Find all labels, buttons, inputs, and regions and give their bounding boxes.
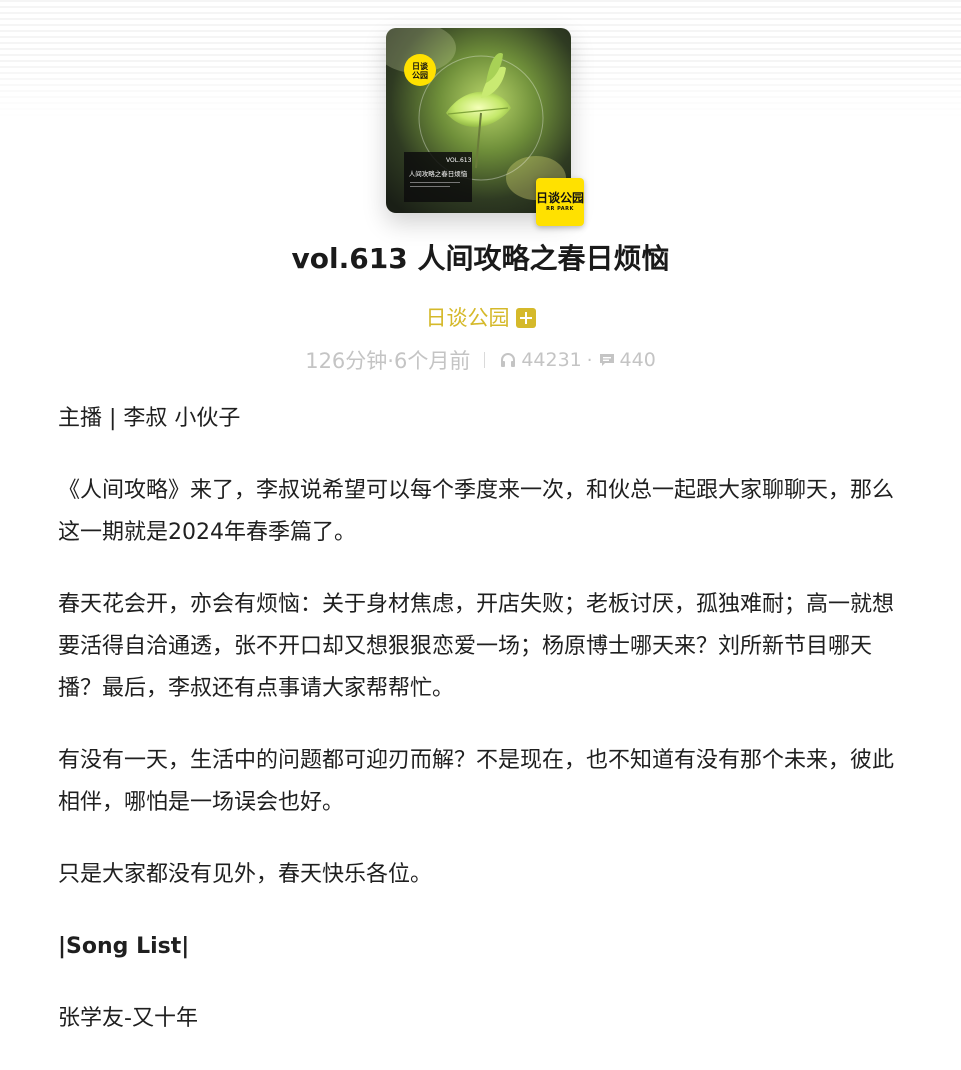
comment-count[interactable]: 440 xyxy=(620,349,656,371)
listen-count: 44231 xyxy=(521,349,582,371)
song-list-heading: |Song List| xyxy=(58,934,190,959)
episode-cover[interactable]: 日谈 公园 VOL.613 人间攻略之春日烦恼 日谈公园 RR PARK xyxy=(386,28,584,226)
svg-text:人间攻略之春日烦恼: 人间攻略之春日烦恼 xyxy=(409,169,468,178)
headphones-icon xyxy=(501,353,516,367)
svg-text:日谈: 日谈 xyxy=(412,61,429,71)
description-paragraph: 主播 | 李叔 小伙子 xyxy=(58,406,241,431)
logo-subtext: RR PARK xyxy=(546,206,574,212)
meta-dot: · xyxy=(586,349,593,371)
logo-text: 日谈公园 xyxy=(536,191,585,205)
description-paragraph: 只是大家都没有见外，春天快乐各位。 xyxy=(58,862,433,887)
podcast-logo-badge: 日谈公园 RR PARK xyxy=(536,178,584,226)
meta-divider xyxy=(484,352,486,368)
svg-text:公园: 公园 xyxy=(412,71,428,80)
duration-and-age: 126分钟·6个月前 xyxy=(305,349,471,373)
podcast-row: 日谈公园 xyxy=(0,300,961,336)
description-paragraph: 有没有一天，生活中的问题都可迎刃而解？不是现在，也不知道有没有那个未来，彼此相伴… xyxy=(58,748,895,815)
song-list-item: 张学友-又十年 xyxy=(58,1006,198,1031)
comment-icon xyxy=(599,354,614,366)
episode-meta: 126分钟·6个月前 44231 · 440 xyxy=(0,344,961,376)
description-paragraph: 《人间攻略》来了，李叔说希望可以每个季度来一次，和伙总一起跟大家聊聊天，那么这一… xyxy=(58,478,895,545)
description-paragraph: 春天花会开，亦会有烦恼：关于身材焦虑，开店失败；老板讨厌，孤独难耐；高一就想要活… xyxy=(58,592,895,701)
svg-text:VOL.613: VOL.613 xyxy=(446,157,472,164)
plus-square-icon[interactable] xyxy=(515,308,536,328)
episode-description: 主播 | 李叔 小伙子 《人间攻略》来了，李叔说希望可以每个季度来一次，和伙总一… xyxy=(58,398,908,1070)
podcast-name-link[interactable]: 日谈公园 xyxy=(426,300,510,336)
episode-title: vol.613 人间攻略之春日烦恼 xyxy=(291,242,670,275)
